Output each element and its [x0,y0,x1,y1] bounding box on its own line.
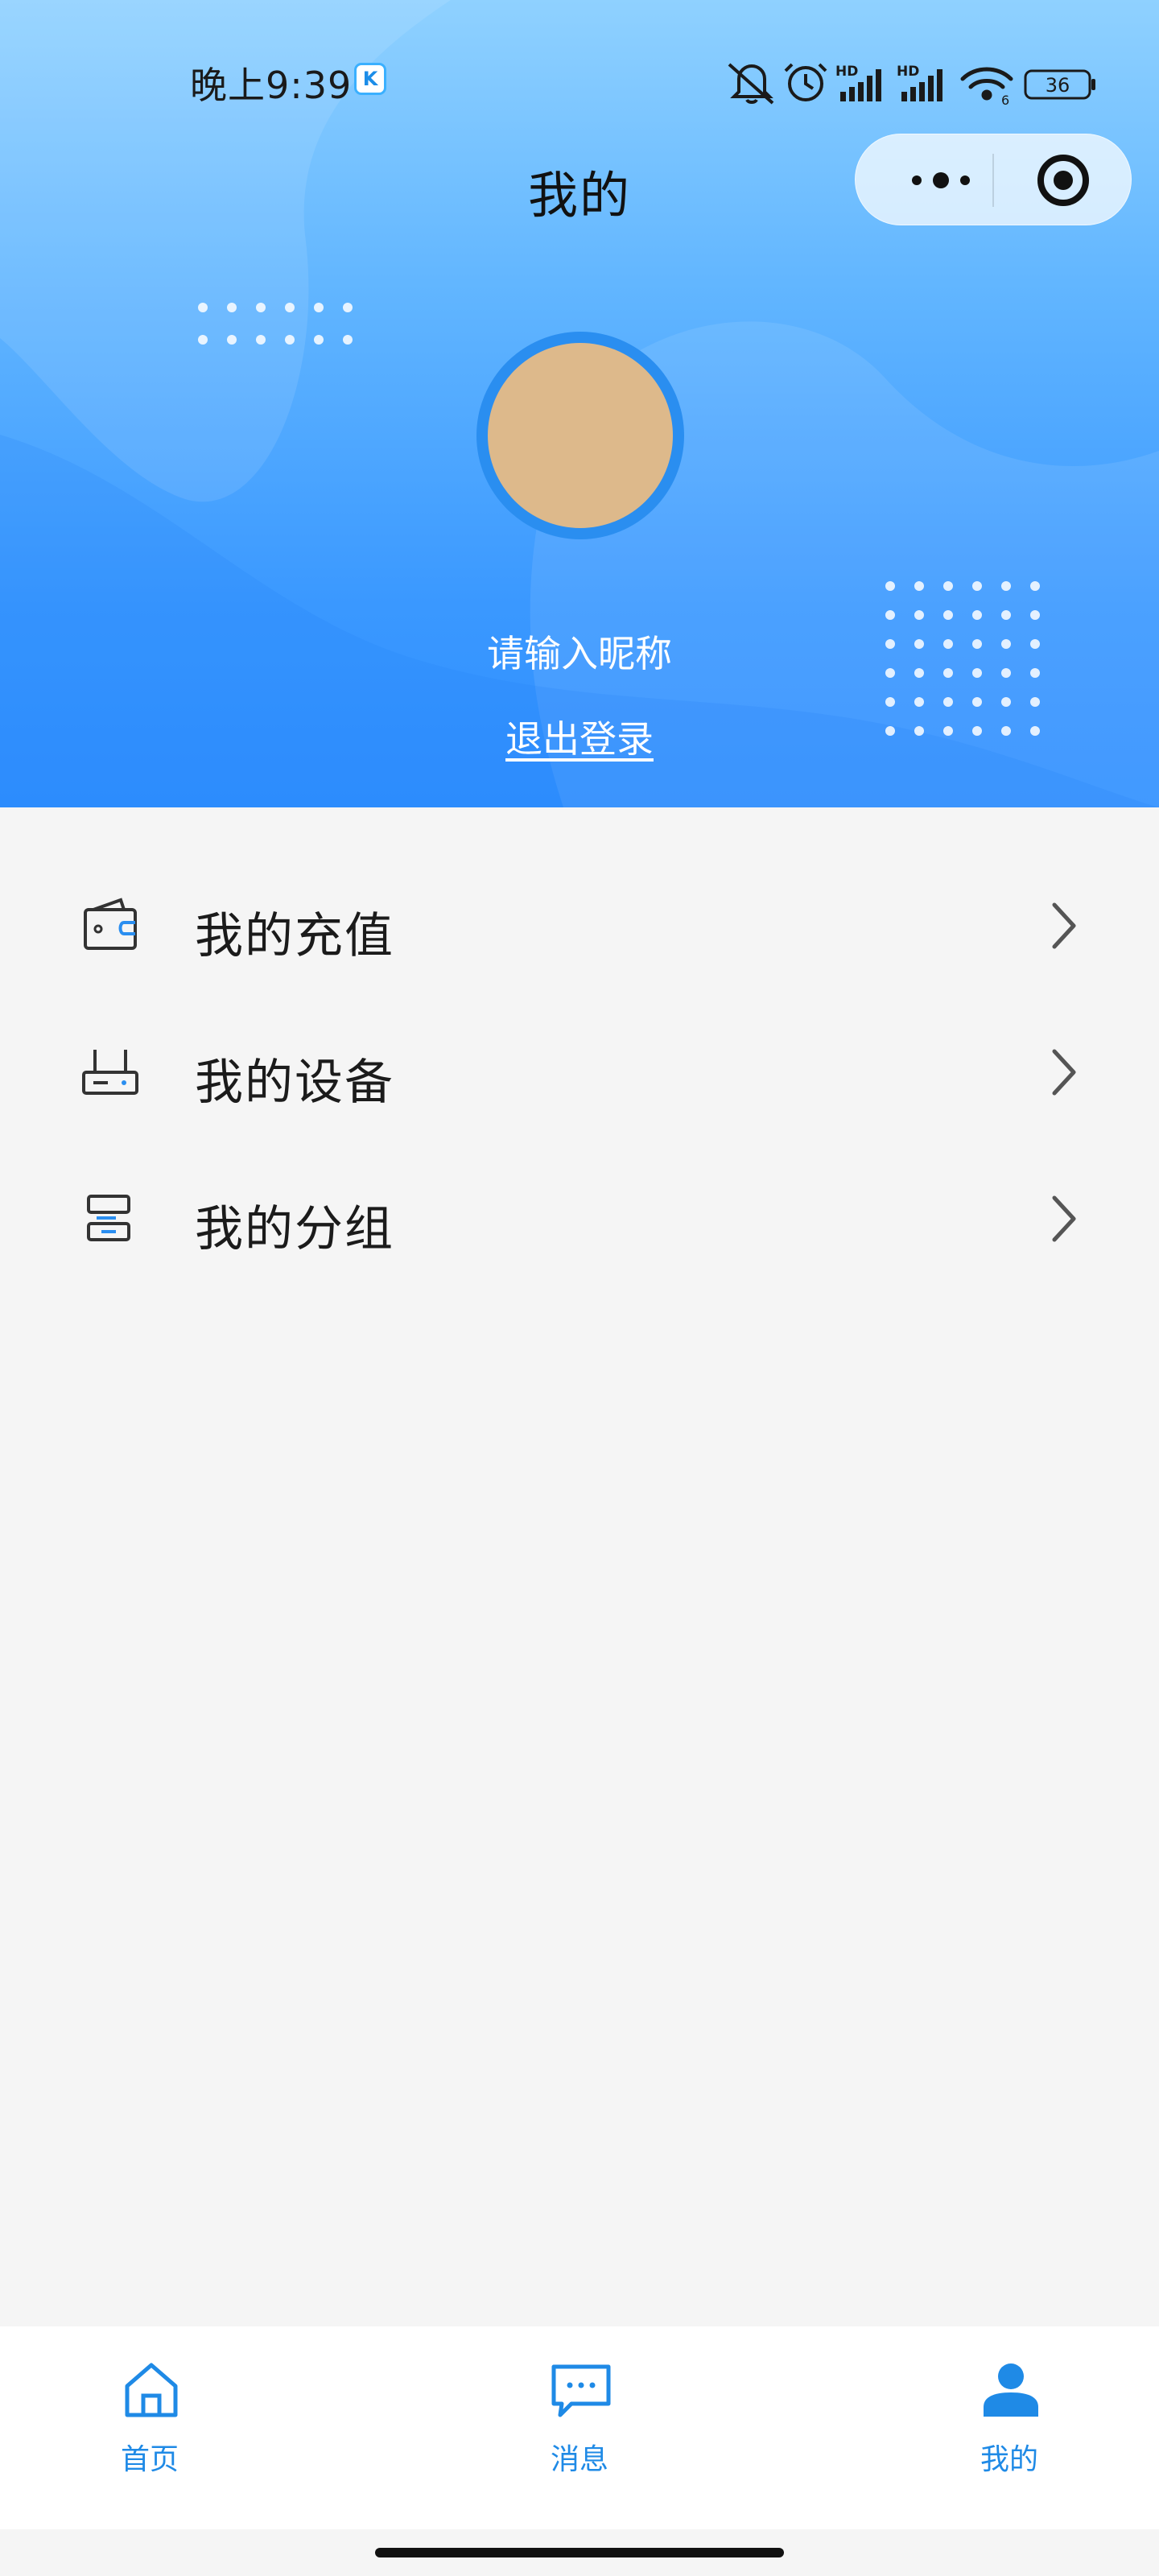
logout-link[interactable]: 退出登录 [505,717,654,761]
profile-header: 晚上9:39 K HD HD 6 36 我的 请输入昵称 退出登录 [0,0,1159,807]
mini-program-capsule [855,134,1132,225]
router-icon [82,1050,138,1095]
app-badge-icon: K [354,63,386,95]
menu-label-recharge: 我的充值 [195,908,394,964]
alarm-icon [784,63,827,101]
status-time: 晚上9:39 [190,64,353,107]
more-dots-icon[interactable] [893,156,989,204]
tab-label-home: 首页 [120,2443,179,2476]
status-bar: 晚上9:39 K HD HD 6 36 [0,48,1159,113]
target-circle-icon[interactable] [1036,153,1091,208]
home-icon [125,2363,178,2417]
bottom-tab-bar: 首页 消息 我的 [0,2326,1159,2529]
menu-item-recharge[interactable]: 我的充值 [0,852,1159,998]
capsule-divider [992,154,994,207]
menu-item-devices[interactable]: 我的设备 [0,998,1159,1145]
muted-bell-icon [728,63,774,105]
message-icon [551,2364,611,2417]
user-icon [984,2363,1038,2417]
tab-home[interactable]: 首页 [45,2326,254,2529]
svg-text:HD: HD [835,64,858,80]
wifi-icon: 6 [960,67,1013,108]
group-icon [87,1195,130,1241]
menu-label-groups: 我的分组 [195,1201,394,1257]
menu-item-groups[interactable]: 我的分组 [0,1145,1159,1291]
menu-label-devices: 我的设备 [195,1055,394,1111]
tab-messages[interactable]: 消息 [475,2326,684,2529]
chevron-right-icon [1052,1195,1076,1242]
tab-label-mine: 我的 [980,2443,1038,2476]
svg-text:36: 36 [1046,74,1070,97]
nickname-text[interactable]: 请输入昵称 [0,625,1159,678]
battery-icon: 36 [1024,69,1095,100]
wallet-icon [84,898,137,950]
signal-icon-2: HD [897,64,942,101]
chevron-right-icon [1052,1049,1076,1096]
profile-page: 晚上9:39 K HD HD 6 36 我的 请输入昵称 退出登录 我的充值 我… [0,0,1159,2576]
home-indicator [375,2548,784,2557]
tab-mine[interactable]: 我的 [905,2326,1114,2529]
avatar[interactable] [488,343,673,528]
chevron-right-icon [1052,902,1076,949]
svg-text:HD: HD [897,64,919,80]
logout-link-wrapper: 退出登录 [0,710,1159,763]
signal-icon-1: HD [835,64,881,101]
tab-label-messages: 消息 [550,2443,608,2476]
status-icons: HD HD 6 36 [728,63,1095,108]
svg-text:6: 6 [1001,93,1009,108]
